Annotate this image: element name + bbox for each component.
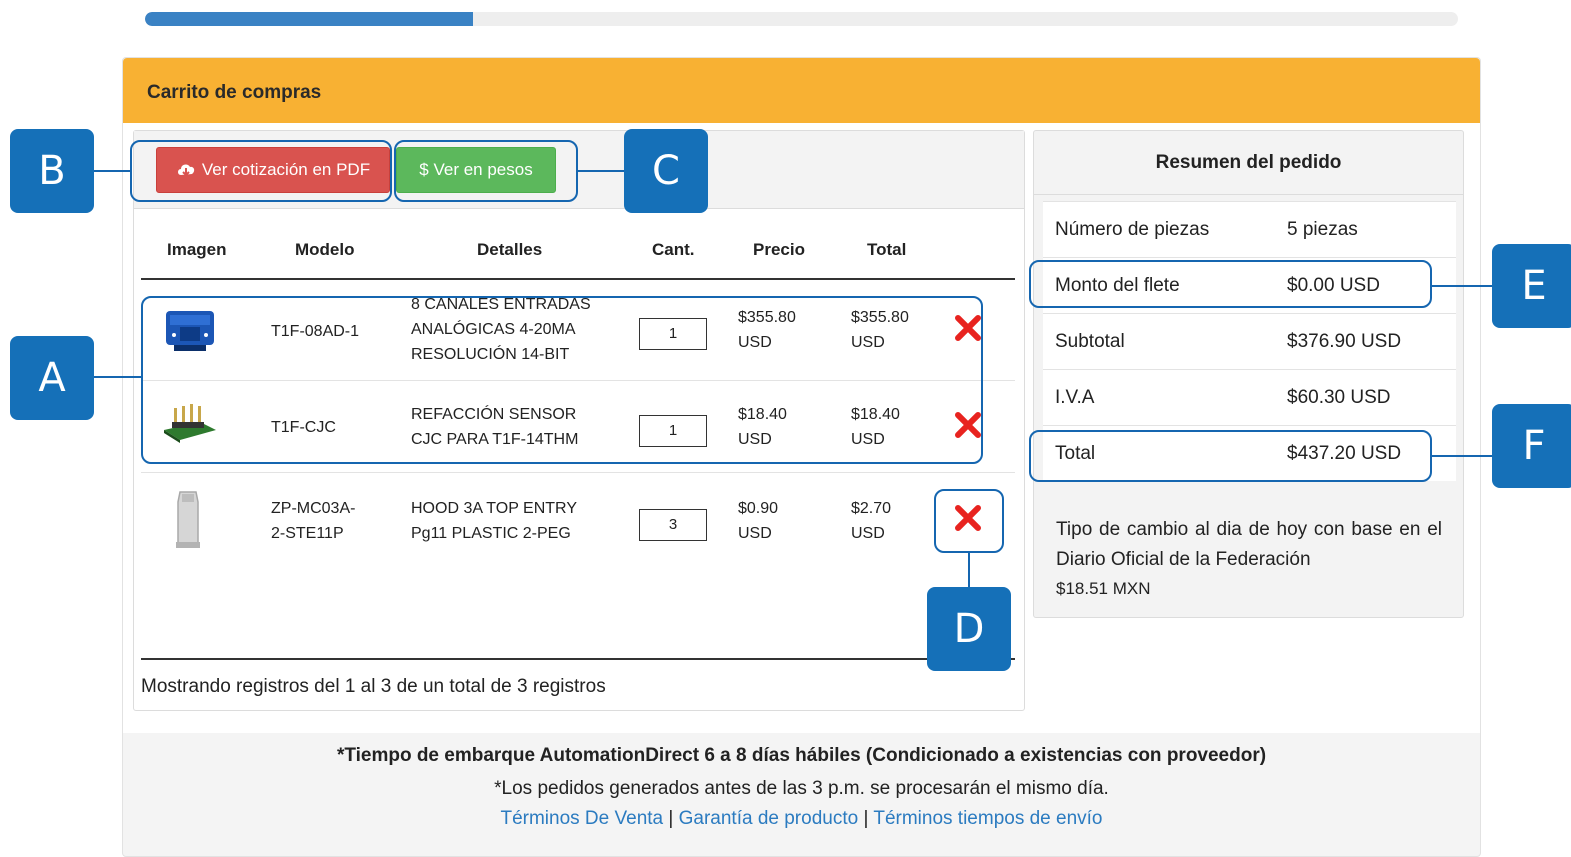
item-total-currency: USD <box>851 525 885 542</box>
annotation-label-d: D <box>927 587 1011 671</box>
order-summary-title: Resumen del pedido <box>1034 131 1463 195</box>
product-warranty-link[interactable]: Garantía de producto <box>679 808 859 829</box>
annotation-connector-b <box>94 170 130 172</box>
item-total-amount: $2.70 <box>851 500 892 517</box>
annotation-label-c: C <box>624 129 708 213</box>
cart-panel-header: Carrito de compras <box>123 58 1480 123</box>
column-header-price: Precio <box>753 240 805 259</box>
item-total: $2.70 USD <box>851 496 891 546</box>
item-price-currency: USD <box>738 525 772 542</box>
item-price-amount: $0.90 <box>738 500 779 517</box>
annotation-box-e <box>1029 260 1432 308</box>
annotation-label-a: A <box>10 336 94 420</box>
summary-value: 5 piezas <box>1287 219 1358 240</box>
summary-value: $376.90 USD <box>1287 331 1402 352</box>
annotation-label-f: F <box>1492 404 1571 488</box>
summary-label: Subtotal <box>1055 331 1125 352</box>
order-summary: Resumen del pedido Número de piezas 5 pi… <box>1033 130 1464 618</box>
annotation-connector-e <box>1432 285 1492 287</box>
annotation-connector-d <box>968 553 970 587</box>
exchange-rate-value: $18.51 MXN <box>1056 579 1151 598</box>
column-header-image: Imagen <box>167 240 227 259</box>
table-header-divider <box>141 278 1015 280</box>
item-price: $0.90 USD <box>738 496 778 546</box>
checkout-progress-bar <box>145 12 1458 26</box>
item-details: HOOD 3A TOP ENTRY Pg11 PLASTIC 2-PEG <box>411 496 577 546</box>
item-details-line: HOOD 3A TOP ENTRY <box>411 500 577 517</box>
annotation-box-a <box>141 296 983 464</box>
summary-row-pieces: Número de piezas 5 piezas <box>1043 201 1456 257</box>
summary-label: Número de piezas <box>1055 219 1210 240</box>
annotation-box-f <box>1029 430 1432 482</box>
summary-value: $60.30 USD <box>1287 387 1391 408</box>
annotation-label-e: E <box>1492 244 1571 328</box>
item-model-line: 2-STE11P <box>271 525 344 542</box>
annotation-label-b: B <box>10 129 94 213</box>
item-model-line: ZP-MC03A- <box>271 500 356 517</box>
column-header-qty: Cant. <box>652 240 695 259</box>
quantity-input[interactable]: 3 <box>639 509 707 541</box>
annotation-box-c <box>394 140 578 202</box>
summary-row-tax: I.V.A $60.30 USD <box>1043 369 1456 425</box>
exchange-rate-text: Tipo de cambio al dia de hoy con base en… <box>1056 519 1442 570</box>
annotation-connector-a <box>94 376 141 378</box>
terms-of-sale-link[interactable]: Términos De Venta <box>500 808 663 829</box>
column-header-model: Modelo <box>295 240 355 259</box>
item-details-line: Pg11 PLASTIC 2-PEG <box>411 525 571 542</box>
row-divider <box>141 472 1015 473</box>
progress-fill <box>145 12 474 26</box>
records-count: Mostrando registros del 1 al 3 de un tot… <box>141 676 606 697</box>
annotation-connector-f <box>1432 455 1492 457</box>
shipping-time-note: *Tiempo de embarque AutomationDirect 6 a… <box>336 745 1267 766</box>
annotation-box-d <box>934 489 1004 553</box>
cart-title: Carrito de compras <box>147 82 322 103</box>
annotation-box-b <box>130 140 392 202</box>
column-header-total: Total <box>867 240 907 259</box>
item-model: ZP-MC03A- 2-STE11P <box>271 496 355 546</box>
footer-links: Términos De Venta | Garantía de producto… <box>122 808 1481 830</box>
table-footer-divider <box>141 658 1015 660</box>
connector-hood-icon <box>176 491 200 548</box>
annotation-connector-c <box>578 170 624 172</box>
link-separator: | <box>668 808 674 829</box>
shipping-terms-link[interactable]: Términos tiempos de envío <box>873 808 1102 829</box>
summary-label: I.V.A <box>1055 387 1095 408</box>
summary-row-subtotal: Subtotal $376.90 USD <box>1043 313 1456 369</box>
link-separator: | <box>863 808 869 829</box>
order-processing-note: *Los pedidos generados antes de las 3 p.… <box>494 778 1109 799</box>
column-header-details: Detalles <box>477 240 543 259</box>
